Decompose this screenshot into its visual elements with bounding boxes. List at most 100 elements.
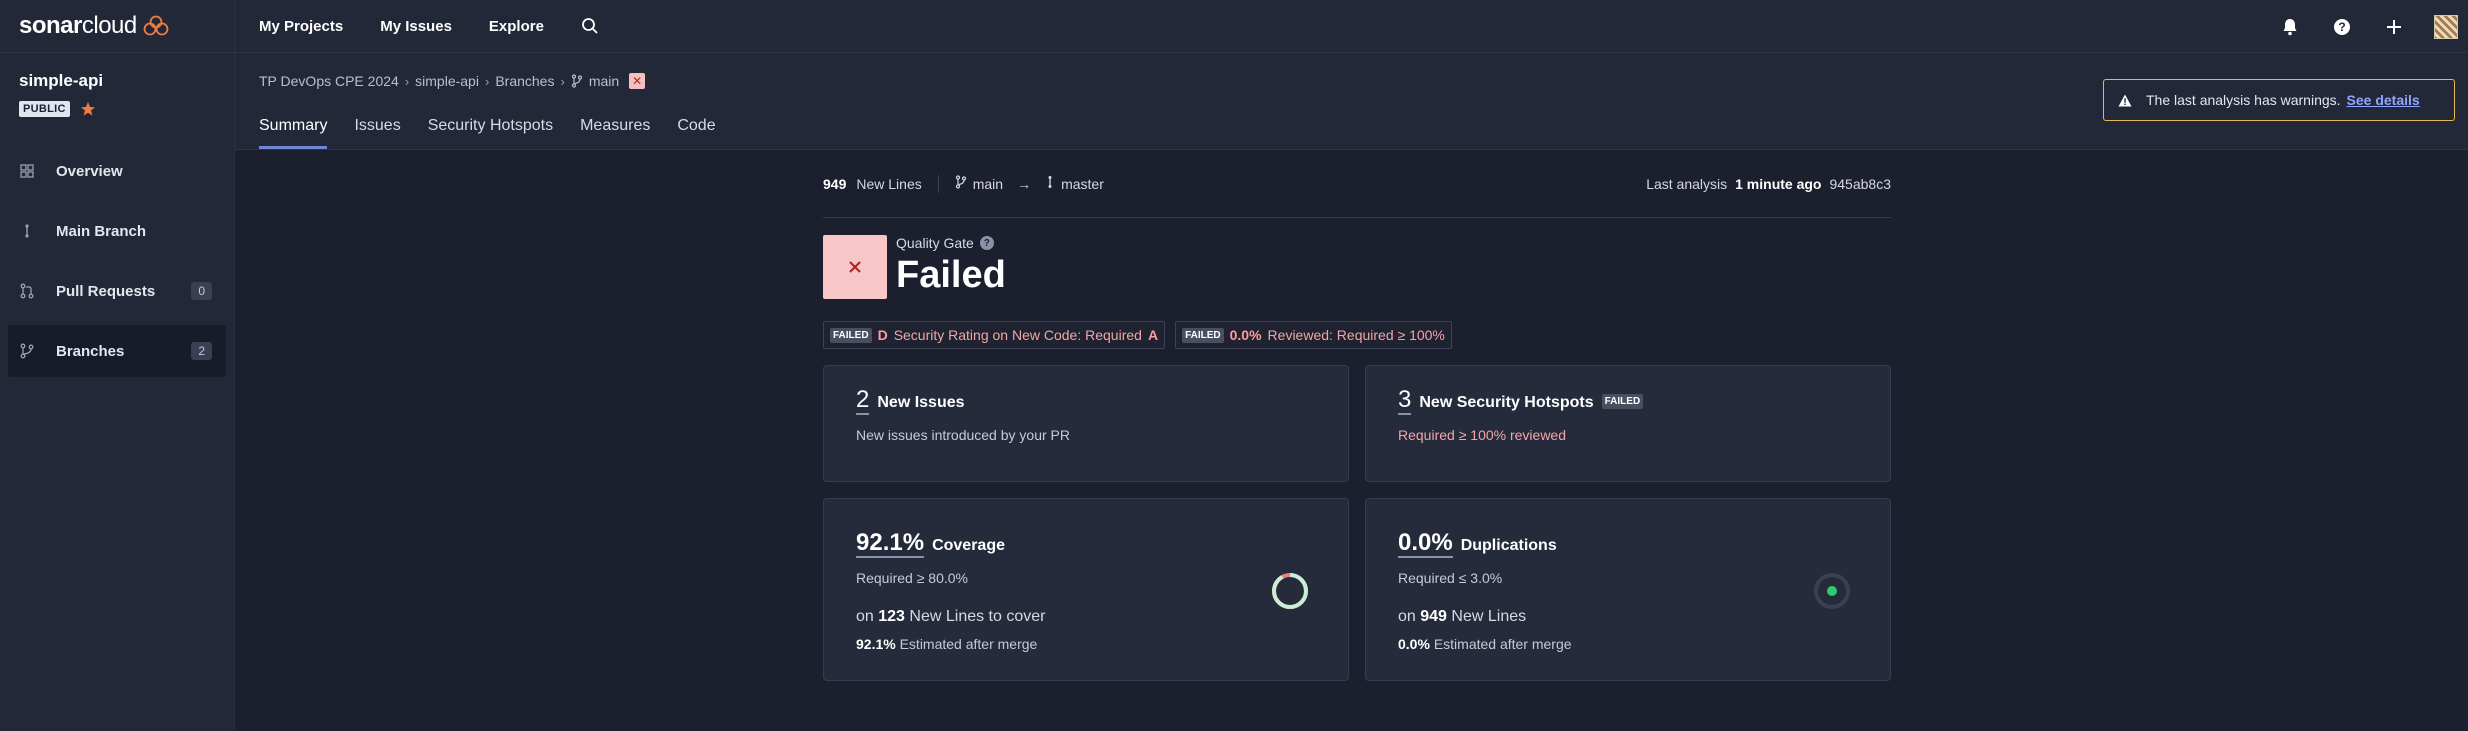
help-icon[interactable]: ? [2330,15,2354,39]
card-title: 2 New Issues [856,388,1316,415]
warning-icon [2118,94,2132,107]
project-meta: PUBLIC [19,101,234,117]
sidebar-nav: Overview Main Branch Pull Requests 0 Bra… [0,145,234,377]
help-icon[interactable]: ? [979,236,994,250]
condition-hotspots-reviewed[interactable]: FAILED 0.0% Reviewed: Required ≥ 100% [1175,321,1452,349]
pull-request-count: 0 [191,282,212,300]
sidebar-item-main-branch[interactable]: Main Branch [8,205,226,257]
quality-gate-status-text: Failed [896,254,1006,296]
avatar[interactable] [2434,14,2458,39]
branch-icon [18,342,36,360]
source-branch: main [955,175,1003,192]
duplications-on-prefix: on [1398,608,1416,625]
new-issues-description: New issues introduced by your PR [856,427,1070,443]
quality-gate-text: Quality Gate ? Failed [896,235,1006,297]
target-branch: master [1045,175,1104,192]
new-issues-card: 2 New Issues New issues introduced by yo… [823,365,1349,482]
duplications-lines-count[interactable]: 949 [1420,608,1447,625]
hotspots-label: New Security Hotspots [1419,394,1594,411]
commit-hash: 945ab8c3 [1829,176,1891,192]
tab-issues[interactable]: Issues [354,117,400,149]
sidebar-item-overview[interactable]: Overview [8,145,226,197]
top-right-actions: ? [2278,0,2458,53]
duplications-value[interactable]: 0.0% [1398,531,1453,558]
breadcrumb-branches[interactable]: Branches [495,73,554,89]
coverage-lines-count[interactable]: 123 [878,608,905,625]
breadcrumb-branch[interactable]: main [589,73,619,89]
duplications-estimate-value: 0.0% [1398,636,1430,652]
nav-my-projects[interactable]: My Projects [259,18,343,35]
bell-icon[interactable] [2278,15,2302,39]
condition-value: 0.0% [1229,327,1262,343]
breadcrumb-organization[interactable]: TP DevOps CPE 2024 [259,73,399,89]
tab-measures[interactable]: Measures [580,117,650,149]
condition-value: D [877,327,888,343]
duplications-requirement: Required ≤ 3.0% [1398,570,1503,586]
search-icon[interactable] [581,17,599,35]
hotspots-requirement: Required ≥ 100% reviewed [1398,427,1566,443]
coverage-lines-suffix: New Lines to cover [909,608,1046,625]
project-name[interactable]: simple-api [19,71,234,91]
project-block: simple-api PUBLIC [0,53,234,117]
svg-text:?: ? [2338,20,2345,34]
new-lines-count: 949 [823,175,847,192]
chevron-right-icon: › [484,73,490,89]
breadcrumb: TP DevOps CPE 2024 › simple-api › Branch… [259,73,646,89]
sidebar-item-pull-requests[interactable]: Pull Requests 0 [8,265,226,317]
star-icon[interactable] [80,101,96,117]
duplications-estimate-text: Estimated after merge [1433,636,1572,652]
failed-status-icon: ✕ [629,73,646,89]
divider [937,174,939,193]
logo-part-2: cloud [81,12,137,39]
card-title: 0.0% Duplications [1398,531,1858,558]
visibility-badge: PUBLIC [19,101,70,117]
measure-cards: 2 New Issues New issues introduced by yo… [823,365,1891,681]
condition-text: Reviewed: Required ≥ 100% [1267,327,1445,343]
breadcrumb-project[interactable]: simple-api [415,73,479,89]
coverage-requirement: Required ≥ 80.0% [856,570,968,586]
main-branch-icon [1045,175,1055,192]
summary-main: 949 New Lines main → master Last analysi… [823,150,1891,681]
tab-security-hotspots[interactable]: Security Hotspots [428,117,553,149]
logo[interactable]: sonarcloud [0,0,234,53]
duplications-estimate: 0.0% Estimated after merge [1398,636,1858,652]
quality-gate-status: Quality Gate ? Failed [823,235,1891,299]
coverage-value[interactable]: 92.1% [856,531,925,558]
see-details-link[interactable]: See details [2347,92,2420,108]
analysis-meta-row: 949 New Lines main → master Last analysi… [823,150,1891,218]
last-analysis-time: 1 minute ago [1735,176,1822,192]
sidebar-item-branches[interactable]: Branches 2 [8,325,226,377]
top-navbar: My Projects My Issues Explore ? [235,0,2468,53]
new-issues-label: New Issues [877,394,965,411]
branch-icon [955,175,967,192]
new-issues-count[interactable]: 2 [856,388,870,415]
duplications-card: 0.0% Duplications Required ≤ 3.0% on 949… [1365,498,1891,681]
coverage-gauge [1270,571,1310,616]
pull-request-icon [18,282,36,300]
coverage-lines: on 123 New Lines to cover [856,608,1316,626]
nav-explore[interactable]: Explore [489,18,544,35]
card-title: 92.1% Coverage [856,531,1316,558]
tab-summary[interactable]: Summary [259,117,328,149]
nav-my-issues[interactable]: My Issues [380,18,452,35]
coverage-estimate-value: 92.1% [856,636,896,652]
warning-text: The last analysis has warnings. [2146,92,2341,108]
last-analysis: Last analysis 1 minute ago 945ab8c3 [1646,150,1891,218]
duplications-label: Duplications [1460,537,1557,554]
branch-count: 2 [191,342,212,360]
hotspots-count[interactable]: 3 [1398,388,1412,415]
target-branch-name: master [1061,175,1104,192]
condition-text: Security Rating on New Code: Required [893,327,1142,343]
condition-security-rating[interactable]: FAILED D Security Rating on New Code: Re… [823,321,1166,349]
new-lines-label: New Lines [856,175,922,192]
app-root: sonarcloud simple-api PUBLIC Overview Ma… [0,0,2468,731]
duplications-lines: on 949 New Lines [1398,608,1858,626]
quality-gate-label-row: Quality Gate ? [896,235,1006,251]
plus-icon[interactable] [2382,15,2406,39]
failed-conditions: FAILED D Security Rating on New Code: Re… [823,321,1891,349]
last-analysis-label: Last analysis [1646,176,1728,192]
failed-tag: FAILED [830,327,872,343]
tab-code[interactable]: Code [677,117,715,149]
branch-icon [571,74,583,88]
logo-part-1: sonar [19,12,82,39]
